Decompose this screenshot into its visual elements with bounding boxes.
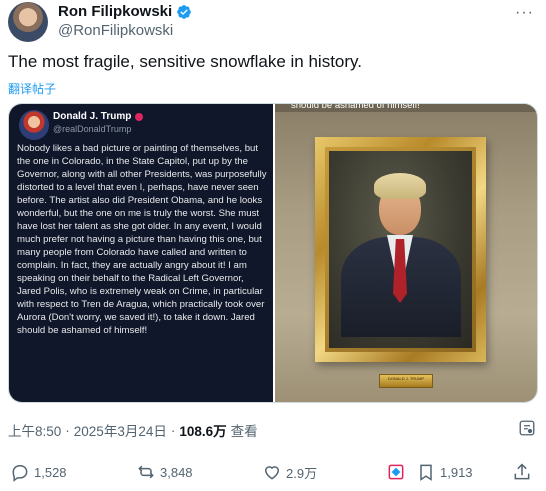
portrait-frame: [315, 137, 486, 362]
author-name-row: Ron Filipkowski: [58, 3, 192, 20]
author-name[interactable]: Ron Filipkowski: [58, 3, 172, 20]
reply-icon: [12, 465, 28, 482]
author-avatar[interactable]: [8, 2, 48, 42]
embedded-post-screenshot[interactable]: Donald J. Trump @realDonaldTrump Nobody …: [9, 104, 273, 402]
embedded-handle: @realDonaldTrump: [53, 124, 132, 134]
tweet-text: The most fragile, sensitive snowflake in…: [8, 52, 362, 71]
bookmark-count: 1,913: [440, 464, 473, 480]
bookmark-icon: [420, 464, 432, 481]
repost-icon: [138, 465, 154, 479]
tweet-header: Ron Filipkowski @RonFilipkowski ···: [8, 0, 538, 44]
verified-badge-icon: [177, 4, 192, 19]
photo-caption-strip: should be ashamed of himself!: [275, 103, 537, 112]
share-icon: [514, 463, 530, 480]
bookmark-button[interactable]: 1,913: [416, 462, 473, 482]
tweet-date[interactable]: 2025年3月24日: [74, 420, 167, 440]
share-button[interactable]: [512, 462, 532, 482]
tweet-media[interactable]: Donald J. Trump @realDonaldTrump Nobody …: [8, 103, 538, 403]
embedded-name: Donald J. Trump: [53, 111, 132, 122]
translate-post-link[interactable]: 翻译帖子: [8, 80, 56, 97]
view-count: 108.6万: [179, 424, 227, 439]
more-dots-icon[interactable]: ···: [515, 4, 534, 22]
portrait-painting: [329, 151, 472, 348]
embedded-post-body: Nobody likes a bad picture or painting o…: [17, 143, 267, 336]
author-handle[interactable]: @RonFilipkowski: [58, 22, 173, 39]
repost-count: 3,848: [160, 464, 193, 480]
meta-separator: ·: [170, 422, 176, 438]
tweet-meta: 上午8:50 · 2025年3月24日 · 108.6万 查看: [8, 420, 258, 440]
meta-separator: ·: [65, 422, 70, 438]
like-count: 2.9万: [286, 465, 318, 481]
like-icon: [264, 466, 280, 480]
photo-caption: should be ashamed of himself!: [291, 103, 420, 111]
like-button[interactable]: 2.9万: [262, 462, 317, 482]
embedded-name-row: Donald J. Trump: [53, 111, 144, 122]
portrait-plaque: DONALD J. TRUMP: [379, 374, 433, 388]
portrait-photo[interactable]: should be ashamed of himself! DONALD J. …: [275, 103, 537, 402]
repost-button[interactable]: 3,848: [136, 462, 193, 482]
grok-translate-icon: [388, 464, 404, 480]
reply-count: 1,528: [34, 464, 67, 480]
views-label: 查看: [230, 424, 258, 439]
embedded-avatar: [19, 110, 49, 140]
grok-translate-button[interactable]: [386, 462, 406, 482]
grok-icon[interactable]: [518, 419, 536, 437]
tweet-time[interactable]: 上午8:50: [8, 420, 61, 440]
reply-button[interactable]: 1,528: [10, 462, 67, 482]
tweet-actions-bar: 1,528 3,848 2.9万 1,913: [0, 462, 546, 488]
embedded-badge-icon: [135, 112, 144, 121]
